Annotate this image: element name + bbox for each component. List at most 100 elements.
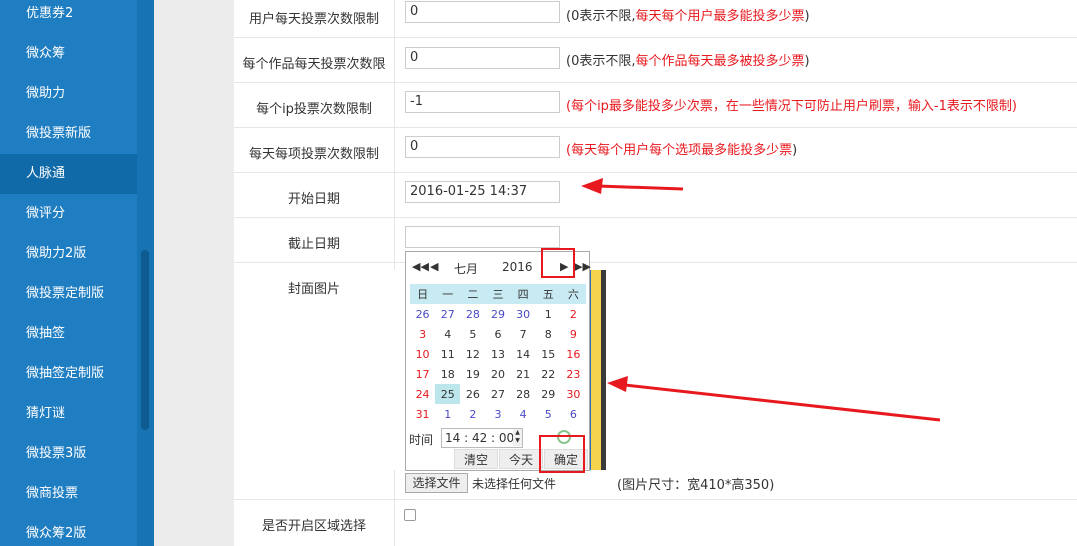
calendar-day[interactable]: 30 (511, 304, 536, 324)
time-input[interactable]: 14 : 42 : 00 (441, 428, 523, 448)
content-gutter (154, 0, 234, 546)
calendar-day[interactable]: 27 (485, 384, 510, 404)
row-start-date: 开始日期 2016-01-25 14:37 (234, 173, 1077, 218)
sidebar-item-vote-new[interactable]: 微投票新版 (0, 114, 137, 154)
sidebar-item-merchant-vote[interactable]: 微商投票 (0, 474, 137, 514)
label-end-date: 截止日期 (287, 237, 340, 252)
calendar-day[interactable]: 16 (561, 344, 586, 364)
calendar-day[interactable]: 24 (410, 384, 435, 404)
calendar-grid: 日 一 二 三 四 五 六 26 27 28 29 30 1 2 3 4 5 6 (410, 284, 586, 424)
user-daily-limit-input[interactable]: 0 (405, 1, 560, 23)
calendar-day[interactable]: 26 (410, 304, 435, 324)
calendar-day[interactable]: 23 (561, 364, 586, 384)
region-select-checkbox[interactable] (404, 509, 416, 521)
calendar-month[interactable]: 七月 (454, 260, 478, 277)
row-region-select: 是否开启区域选择 (234, 500, 1077, 546)
calendar-day[interactable]: 27 (435, 304, 460, 324)
label-item-daily-limit: 每天每项投票次数限制 (248, 147, 379, 162)
calendar-day[interactable]: 4 (435, 324, 460, 344)
calendar-day[interactable]: 6 (485, 324, 510, 344)
spinner-arrows-icon[interactable]: ▲ ▼ (513, 429, 522, 446)
sidebar-item-lottery-custom[interactable]: 微抽签定制版 (0, 354, 137, 394)
item-daily-limit-input[interactable]: 0 (405, 136, 560, 158)
calendar-day[interactable]: 31 (410, 404, 435, 424)
calendar-day[interactable]: 5 (460, 324, 485, 344)
calendar-day[interactable]: 28 (511, 384, 536, 404)
calendar-day[interactable]: 9 (561, 324, 586, 344)
calendar-day[interactable]: 30 (561, 384, 586, 404)
calendar-day-selected[interactable]: 25 (435, 384, 461, 404)
calendar-day[interactable]: 15 (536, 344, 561, 364)
calendar-day[interactable]: 22 (536, 364, 561, 384)
hint-item-daily-limit: (每天每个用户每个选项最多能投多少票) (566, 143, 798, 158)
prev-year-icon[interactable]: ◀◀ (412, 260, 429, 273)
calendar-day[interactable]: 6 (561, 404, 586, 424)
next-year-icon[interactable]: ▶▶ (574, 260, 591, 273)
calendar-day[interactable]: 3 (410, 324, 435, 344)
row-ip-limit: 每个ip投票次数限制 -1 (每个ip最多能投多少次票，在一些情况下可防止用户刷… (234, 83, 1077, 128)
sidebar-item-contacts[interactable]: 人脉通 (0, 154, 137, 194)
sidebar-item-assist[interactable]: 微助力 (0, 74, 137, 114)
calendar-day[interactable]: 3 (485, 404, 510, 424)
clear-button[interactable]: 清空 (454, 449, 498, 469)
sidebar-item-vote3[interactable]: 微投票3版 (0, 434, 137, 474)
start-date-input[interactable]: 2016-01-25 14:37 (405, 181, 560, 203)
label-user-daily-limit: 用户每天投票次数限制 (248, 12, 379, 27)
calendar-day[interactable]: 8 (536, 324, 561, 344)
calendar-day[interactable]: 12 (460, 344, 485, 364)
calendar-day[interactable]: 7 (511, 324, 536, 344)
calendar-day[interactable]: 11 (435, 344, 460, 364)
label-ip-limit: 每个ip投票次数限制 (256, 102, 372, 117)
calendar-day[interactable]: 1 (435, 404, 460, 424)
calendar-day[interactable]: 17 (410, 364, 435, 384)
calendar-day[interactable]: 5 (536, 404, 561, 424)
sidebar-item-lottery[interactable]: 微抽签 (0, 314, 137, 354)
end-date-input[interactable] (405, 226, 560, 248)
calendar-day[interactable]: 19 (460, 364, 485, 384)
weekday-header: 三 (485, 284, 511, 304)
annotation-box-next-month (541, 248, 575, 278)
calendar-day[interactable]: 26 (460, 384, 485, 404)
weekday-header: 五 (535, 284, 561, 304)
sidebar-item-crowdfunding2[interactable]: 微众筹2版 (0, 514, 137, 546)
sidebar-item-coupon2[interactable]: 优惠券2 (0, 0, 137, 34)
calendar-day[interactable]: 21 (511, 364, 536, 384)
ip-limit-input[interactable]: -1 (405, 91, 560, 113)
calendar-year[interactable]: 2016 (502, 260, 533, 274)
calendar-day[interactable]: 29 (485, 304, 510, 324)
sidebar-item-rating[interactable]: 微评分 (0, 194, 137, 234)
hint-work-daily-limit: (0表示不限,每个作品每天最多被投多少票) (566, 54, 810, 69)
sidebar-item-riddles[interactable]: 猜灯谜 (0, 394, 137, 434)
calendar-day[interactable]: 14 (511, 344, 536, 364)
calendar-day[interactable]: 2 (460, 404, 485, 424)
sidebar-item-crowdfunding[interactable]: 微众筹 (0, 34, 137, 74)
calendar-day[interactable]: 4 (511, 404, 536, 424)
calendar-day[interactable]: 13 (485, 344, 510, 364)
time-label: 时间 (409, 433, 434, 447)
calendar-day[interactable]: 28 (460, 304, 485, 324)
calendar-day[interactable]: 29 (536, 384, 561, 404)
calendar-day[interactable]: 1 (536, 304, 561, 324)
calendar-day[interactable]: 10 (410, 344, 435, 364)
label-start-date: 开始日期 (287, 192, 340, 207)
sidebar-item-vote-custom[interactable]: 微投票定制版 (0, 274, 137, 314)
row-user-daily-limit: 用户每天投票次数限制 0 (0表示不限,每天每个用户最多能投多少票) (234, 0, 1077, 38)
weekday-header: 一 (435, 284, 461, 304)
calendar-day[interactable]: 20 (485, 364, 510, 384)
choose-file-button[interactable]: 选择文件 (405, 473, 468, 493)
weekday-header: 日 (410, 284, 436, 304)
today-button[interactable]: 今天 (499, 449, 543, 469)
prev-month-icon[interactable]: ◀ (430, 260, 438, 273)
sidebar-scroll-thumb[interactable] (141, 250, 149, 430)
sidebar-item-assist2[interactable]: 微助力2版 (0, 234, 137, 274)
hint-ip-limit: (每个ip最多能投多少次票，在一些情况下可防止用户刷票，输入-1表示不限制) (566, 99, 1017, 114)
row-item-daily-limit: 每天每项投票次数限制 0 (每天每个用户每个选项最多能投多少票) (234, 128, 1077, 173)
cover-size-hint: (图片尺寸：宽410*高350) (617, 478, 775, 493)
work-daily-limit-input[interactable]: 0 (405, 47, 560, 69)
row-end-date: 截止日期 (234, 218, 1077, 263)
calendar-day[interactable]: 2 (561, 304, 586, 324)
calendar-day[interactable]: 18 (435, 364, 460, 384)
label-region-select: 是否开启区域选择 (261, 519, 366, 534)
weekday-header: 四 (510, 284, 536, 304)
hint-user-daily-limit: (0表示不限,每天每个用户最多能投多少票) (566, 9, 810, 24)
